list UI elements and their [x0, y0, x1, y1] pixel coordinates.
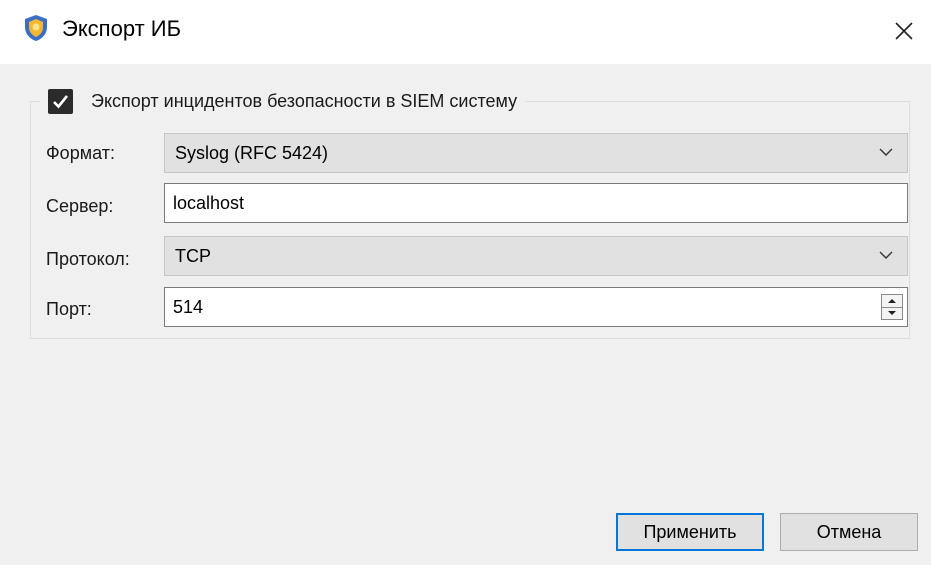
port-value: 514: [173, 297, 204, 317]
title-bar: Экспорт ИБ: [0, 0, 931, 64]
format-label: Формат:: [46, 143, 115, 163]
export-dialog: Экспорт ИБ Экспорт инцидентов безопаснос…: [0, 0, 931, 565]
format-select[interactable]: Syslog (RFC 5424): [164, 133, 908, 173]
server-label: Сервер:: [46, 196, 114, 216]
chevron-down-icon: [879, 251, 893, 259]
close-button[interactable]: [877, 0, 931, 64]
protocol-label: Протокол:: [46, 249, 130, 269]
server-input[interactable]: localhost: [164, 183, 908, 223]
siem-export-label: Экспорт инцидентов безопасности в SIEM с…: [91, 90, 518, 111]
port-label: Порт:: [46, 299, 92, 319]
arrow-up-icon: [888, 299, 896, 303]
spin-down-button[interactable]: [882, 307, 902, 319]
port-spinbox[interactable]: 514: [164, 287, 908, 327]
protocol-value: TCP: [175, 246, 211, 266]
close-icon: [895, 22, 913, 40]
server-value: localhost: [173, 193, 245, 213]
checkmark-icon: [53, 94, 69, 108]
shield-app-icon: [24, 14, 48, 42]
port-spin-buttons[interactable]: [881, 294, 903, 320]
chevron-down-icon: [879, 148, 893, 156]
arrow-down-icon: [888, 311, 896, 315]
cancel-button[interactable]: Отмена: [780, 513, 918, 551]
siem-export-header: Экспорт инцидентов безопасности в SIEM с…: [40, 86, 526, 116]
siem-export-checkbox[interactable]: [48, 88, 73, 114]
window-title: Экспорт ИБ: [62, 16, 182, 41]
apply-button[interactable]: Применить: [616, 513, 764, 551]
protocol-select[interactable]: TCP: [164, 236, 908, 276]
format-value: Syslog (RFC 5424): [175, 143, 329, 163]
